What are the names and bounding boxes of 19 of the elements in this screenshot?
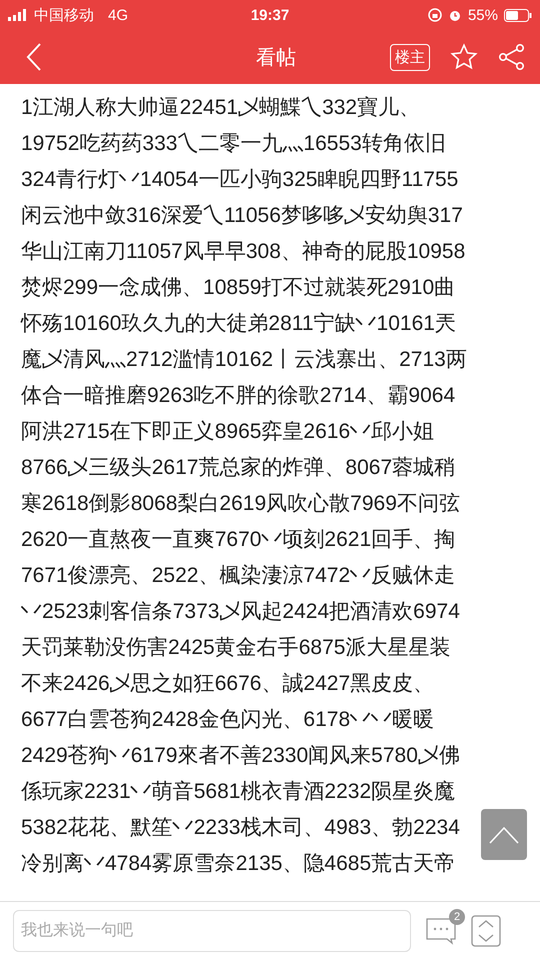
comment-count-badge: 2 — [449, 909, 465, 925]
page-title: 看帖 — [256, 46, 296, 70]
reply-input-field[interactable]: 我也来说一句吧 — [13, 910, 411, 952]
post-text: 1江湖人称大帅逼22451乄蝴鰈乀332寶儿、 19752吃药药333乀二零一九灬16553转角依旧 324青行灯丷14054一匹小驹325睥睨四野11755 闲云池中敛316深爱乀11056梦哆哆乄安幼舆317 华山江南刀11057风早早308、神奇的屁股10958 焚烬299一念成佛、10859打不过就装死2910曲 怀殇10160玖久九的大徒弟2811宁缺丷10161兲 魔乄清风灬2712滥情10162丨云浅寨出、2713两 体合一暗推磨9263吃不胖的徐歌2714、霸9064 阿洪2715在下即正义8965弈皇2616丷邱小姐 8766乄三级头2617荒总家的炸弹、8067蓉城稍 寒2618倒影8068梨白2619风吹心散7969不问弦 2620一直熬夜一直爽7670丷顷刻2621回手、掏 7671俊漂亮、2522、楓染淒涼7472丷反贼休走 丷2523刺客信条7373乄风起2424把酒清欢6974 天罚莱勒没伤害2425黄金右手6875派大星星装 不来2426乄思之如狂6676、誠2427黑皮皮、 6677白雲苍狗2428金色闪光、6178丷丷暖暖 2429苍狗丷6179來者不善2330闻风来5780乄佛 係玩家2231丷萌音5681桃衣青酒2232陨星炎魔 5382花花、默笙丷2233栈木司、4983、勃2234 冷别离丷4784雾原雪奈2135、隐4685荒古天帝 — [21, 95, 467, 877]
share-button[interactable] — [498, 43, 526, 71]
network-type: 4G — [108, 6, 128, 24]
battery-icon — [504, 8, 532, 22]
favorite-button[interactable] — [450, 43, 478, 71]
carrier-name: 中国移动 — [34, 6, 94, 24]
owner-only-button[interactable]: 楼主 — [390, 44, 430, 70]
battery-percent: 55% — [468, 6, 498, 24]
signal-icon — [8, 9, 28, 21]
back-button[interactable] — [26, 42, 42, 72]
clock-time: 19:37 — [250, 6, 290, 24]
alarm-icon — [448, 8, 462, 22]
chevron-up-icon — [489, 826, 519, 844]
scroll-to-top-button[interactable] — [481, 809, 527, 860]
rotation-lock-icon — [428, 8, 442, 22]
page-jump-button[interactable] — [471, 915, 501, 947]
